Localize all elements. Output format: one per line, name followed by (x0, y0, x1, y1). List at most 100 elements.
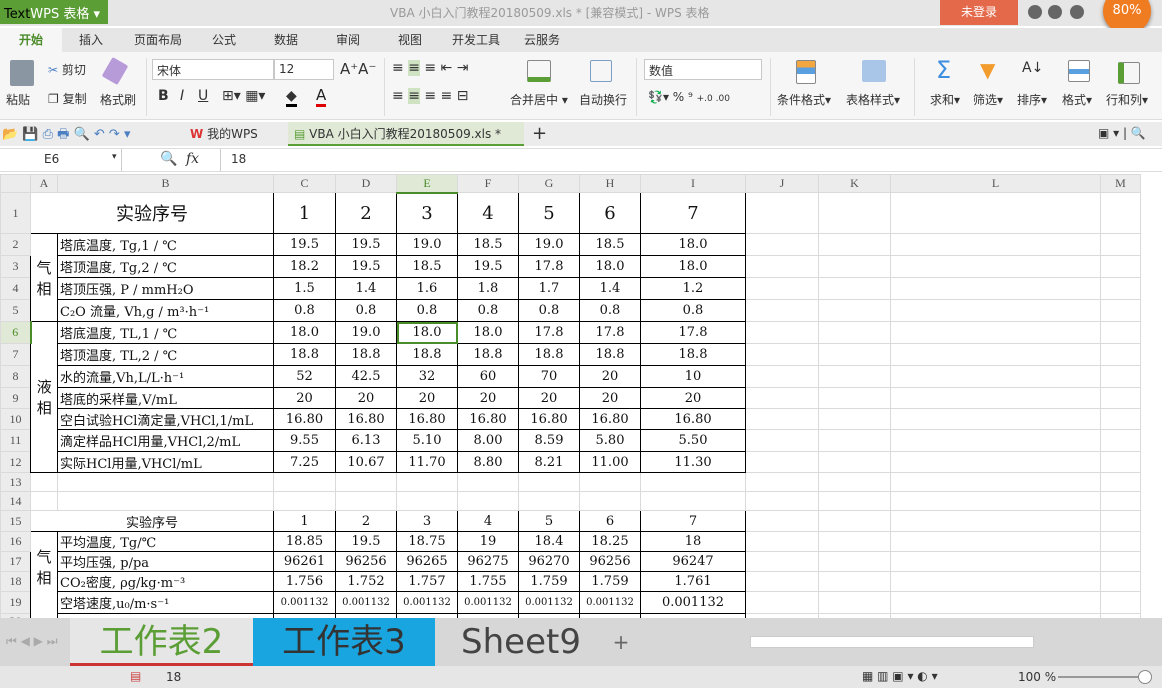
cell-L9[interactable] (891, 388, 1101, 409)
tab-page-layout[interactable]: 页面布局 (120, 28, 196, 52)
number-format-select[interactable]: 数值 (644, 59, 762, 80)
cell-L17[interactable] (891, 552, 1101, 572)
cell-F10[interactable]: 16.80 (458, 409, 519, 430)
cell-K3[interactable] (819, 256, 891, 278)
feedback-icon[interactable] (1070, 5, 1084, 19)
cell-G6[interactable]: 17.8 (519, 322, 580, 344)
cell-J9[interactable] (746, 388, 819, 409)
cell-H15[interactable]: 6 (580, 511, 641, 532)
cell-K1[interactable] (819, 193, 891, 234)
cell-D13[interactable] (336, 473, 397, 492)
row-header-11[interactable]: 11 (1, 430, 31, 452)
cell-E8[interactable]: 32 (397, 366, 458, 388)
cell-G14[interactable] (519, 492, 580, 511)
cell-I18[interactable]: 1.761 (641, 572, 746, 592)
row-label-12[interactable]: 实际HCl用量,VHCl/mL (58, 452, 274, 473)
cell-I2[interactable]: 18.0 (641, 234, 746, 256)
cell-D5[interactable]: 0.8 (336, 300, 397, 322)
cell-L8[interactable] (891, 366, 1101, 388)
cell-A13[interactable] (31, 473, 58, 492)
cell-F18[interactable]: 1.755 (458, 572, 519, 592)
row-label-11[interactable]: 滴定样品HCl用量,VHCl,2/mL (58, 430, 274, 452)
cell-G4[interactable]: 1.7 (519, 278, 580, 300)
cell-D9[interactable]: 20 (336, 388, 397, 409)
cell-D17[interactable]: 96256 (336, 552, 397, 572)
cell-H11[interactable]: 5.80 (580, 430, 641, 452)
italic-button[interactable]: I (180, 88, 184, 104)
paste-button[interactable]: 粘贴 (6, 91, 30, 108)
cell-C14[interactable] (274, 492, 336, 511)
doc-tab-my-wps[interactable]: W 我的WPS × (184, 122, 284, 146)
cell-K4[interactable] (819, 278, 891, 300)
cell-L19[interactable] (891, 592, 1101, 614)
cell-D3[interactable]: 19.5 (336, 256, 397, 278)
cell-K8[interactable] (819, 366, 891, 388)
cell-K15[interactable] (819, 511, 891, 532)
row-label-6[interactable]: 塔底温度, TL,1 / ℃ (58, 322, 274, 344)
cell-B14[interactable] (58, 492, 274, 511)
formula-input[interactable]: 18 (220, 149, 1160, 171)
font-size-select[interactable]: 12 (274, 59, 334, 80)
cell-C12[interactable]: 7.25 (274, 452, 336, 473)
row-header-1[interactable]: 1 (1, 193, 31, 234)
fill-color-icon[interactable]: ◆ (286, 88, 297, 107)
cell-F15[interactable]: 4 (458, 511, 519, 532)
new-tab-button[interactable]: + (532, 123, 547, 144)
column-header-H[interactable]: H (580, 175, 641, 193)
row-header-4[interactable]: 4 (1, 278, 31, 300)
cell-J3[interactable] (746, 256, 819, 278)
cell-L12[interactable] (891, 452, 1101, 473)
cell-E6[interactable]: 18.0 (397, 322, 458, 344)
cell-E16[interactable]: 18.75 (397, 532, 458, 552)
cell-K5[interactable] (819, 300, 891, 322)
cell-H9[interactable]: 20 (580, 388, 641, 409)
row-label-2[interactable]: 塔底温度, Tg,1 / ℃ (58, 234, 274, 256)
cell-L15[interactable] (891, 511, 1101, 532)
cell-C16[interactable]: 18.85 (274, 532, 336, 552)
window-controls-icons[interactable]: ▣ ▾ | 🔍 (1098, 126, 1146, 140)
cell-M11[interactable] (1101, 430, 1141, 452)
cell-F6[interactable]: 18.0 (458, 322, 519, 344)
cell-D10[interactable]: 16.80 (336, 409, 397, 430)
cell-L13[interactable] (891, 473, 1101, 492)
cell-I9[interactable]: 20 (641, 388, 746, 409)
cell-G1[interactable]: 5 (519, 193, 580, 234)
cell-J18[interactable] (746, 572, 819, 592)
cell-M3[interactable] (1101, 256, 1141, 278)
cell-I8[interactable]: 10 (641, 366, 746, 388)
cell-E17[interactable]: 96265 (397, 552, 458, 572)
filter-button[interactable]: 筛选▾ (973, 91, 1003, 108)
cell-K2[interactable] (819, 234, 891, 256)
cell-I4[interactable]: 1.2 (641, 278, 746, 300)
cell-F16[interactable]: 19 (458, 532, 519, 552)
copy-button[interactable]: ❐ 复制 (48, 90, 87, 107)
cell-J13[interactable] (746, 473, 819, 492)
cell-H7[interactable]: 18.8 (580, 344, 641, 366)
cell-F19[interactable]: 0.001132 (458, 592, 519, 614)
cell-I7[interactable]: 18.8 (641, 344, 746, 366)
row-header-18[interactable]: 18 (1, 572, 31, 592)
cell-M4[interactable] (1101, 278, 1141, 300)
chevron-down-icon[interactable]: ▾ (112, 152, 117, 162)
cell-K14[interactable] (819, 492, 891, 511)
cell-K7[interactable] (819, 344, 891, 366)
doc-tab-active[interactable]: ▤ VBA 小白入门教程20180509.xls * × (288, 122, 524, 146)
cell-C1[interactable]: 1 (274, 193, 336, 234)
cell-G13[interactable] (519, 473, 580, 492)
cell-J8[interactable] (746, 366, 819, 388)
row-label-9[interactable]: 塔底的采样量,V/mL (58, 388, 274, 409)
cell-K18[interactable] (819, 572, 891, 592)
cell-C10[interactable]: 16.80 (274, 409, 336, 430)
cell-E19[interactable]: 0.001132 (397, 592, 458, 614)
settings-icon[interactable] (1048, 5, 1062, 19)
cell-L10[interactable] (891, 409, 1101, 430)
cell-E14[interactable] (397, 492, 458, 511)
cell-D6[interactable]: 19.0 (336, 322, 397, 344)
row-header-8[interactable]: 8 (1, 366, 31, 388)
row-header-3[interactable]: 3 (1, 256, 31, 278)
cell-G10[interactable]: 16.80 (519, 409, 580, 430)
cell-I16[interactable]: 18 (641, 532, 746, 552)
cell-M14[interactable] (1101, 492, 1141, 511)
cell-J16[interactable] (746, 532, 819, 552)
tab-data[interactable]: 数据 (258, 28, 314, 52)
